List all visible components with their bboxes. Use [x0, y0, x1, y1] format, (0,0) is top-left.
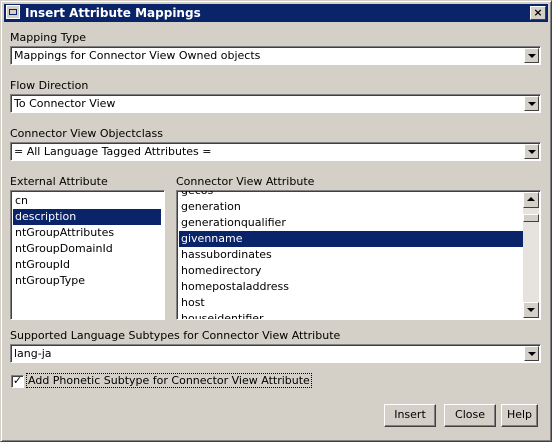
flow-direction-label: Flow Direction — [10, 79, 89, 92]
list-item[interactable]: hassubordinates — [179, 247, 523, 263]
phonetic-checkbox-label[interactable]: Add Phonetic Subtype for Connector View … — [26, 373, 312, 388]
list-item-selected[interactable]: description — [13, 209, 161, 225]
chevron-up-icon — [527, 197, 535, 201]
phonetic-checkbox[interactable]: ✓ — [11, 375, 24, 388]
language-subtypes-value: lang-ja — [14, 347, 52, 360]
list-item[interactable]: host — [179, 295, 523, 311]
close-icon[interactable]: × — [530, 6, 546, 20]
chevron-down-icon — [528, 352, 536, 356]
connector-attribute-list[interactable]: gecos generation generationqualifier giv… — [176, 190, 541, 320]
list-item[interactable]: ntGroupAttributes — [13, 225, 161, 241]
list-item[interactable]: homedirectory — [179, 263, 523, 279]
vertical-scrollbar[interactable] — [523, 192, 539, 318]
list-item[interactable]: homepostaladdress — [179, 279, 523, 295]
list-item[interactable]: ntGroupDomainId — [13, 241, 161, 257]
objectclass-select[interactable]: = All Language Tagged Attributes = — [10, 142, 541, 161]
connector-attribute-label: Connector View Attribute — [176, 175, 315, 188]
list-item-selected[interactable]: givenname — [179, 231, 523, 247]
chevron-down-icon — [528, 150, 536, 154]
language-subtypes-label: Supported Language Subtypes for Connecto… — [10, 329, 341, 342]
mapping-type-select[interactable]: Mappings for Connector View Owned object… — [10, 46, 541, 65]
language-subtypes-select[interactable]: lang-ja — [10, 344, 541, 363]
language-subtypes-dropdown-button[interactable] — [524, 346, 539, 361]
objectclass-label: Connector View Objectclass — [10, 127, 163, 140]
dialog-window: Insert Attribute Mappings × Mapping Type… — [0, 0, 552, 442]
list-item[interactable]: gecos — [179, 191, 523, 199]
app-icon — [6, 5, 20, 19]
scroll-thumb[interactable] — [523, 214, 539, 222]
objectclass-value: = All Language Tagged Attributes = — [14, 145, 212, 158]
mapping-type-dropdown-button[interactable] — [524, 48, 539, 63]
flow-direction-value: To Connector View — [14, 97, 116, 110]
close-button[interactable]: Close — [444, 404, 496, 427]
list-item[interactable]: ntGroupType — [13, 273, 161, 289]
list-item[interactable]: cn — [13, 193, 161, 209]
objectclass-dropdown-button[interactable] — [524, 144, 539, 159]
help-button[interactable]: Help — [501, 404, 538, 427]
insert-button[interactable]: Insert — [384, 404, 436, 427]
window-title: Insert Attribute Mappings — [25, 6, 201, 20]
list-item[interactable]: generationqualifier — [179, 215, 523, 231]
chevron-down-icon — [528, 54, 536, 58]
mapping-type-label: Mapping Type — [10, 31, 86, 44]
scroll-up-button[interactable] — [523, 192, 539, 208]
flow-direction-select[interactable]: To Connector View — [10, 94, 541, 113]
chevron-down-icon — [527, 308, 535, 312]
title-bar[interactable]: Insert Attribute Mappings × — [4, 4, 548, 22]
mapping-type-value: Mappings for Connector View Owned object… — [14, 49, 261, 62]
list-item[interactable]: houseidentifier — [179, 311, 523, 319]
chevron-down-icon — [528, 102, 536, 106]
list-item[interactable]: generation — [179, 199, 523, 215]
scroll-down-button[interactable] — [523, 302, 539, 318]
external-attribute-list[interactable]: cn description ntGroupAttributes ntGroup… — [10, 190, 165, 320]
flow-direction-dropdown-button[interactable] — [524, 96, 539, 111]
external-attribute-label: External Attribute — [10, 175, 108, 188]
list-item[interactable]: ntGroupId — [13, 257, 161, 273]
